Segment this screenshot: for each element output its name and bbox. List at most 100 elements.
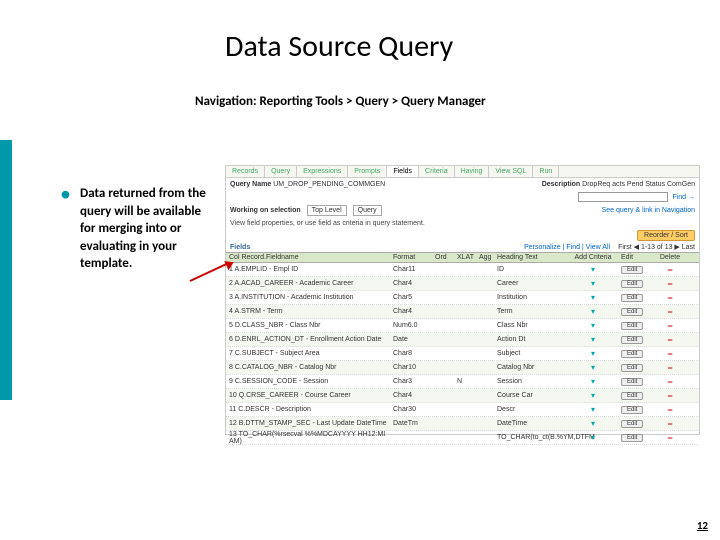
cell-format: Date <box>391 335 433 344</box>
tab-prompts[interactable]: Prompts <box>348 166 387 177</box>
criteria-icon[interactable]: ▾ <box>567 362 619 373</box>
page-title: Data Source Query <box>225 28 453 65</box>
criteria-icon[interactable]: ▾ <box>567 306 619 317</box>
reorder-button[interactable]: Reorder / Sort <box>637 230 695 241</box>
cell-fieldname: 12 B.DTTM_STAMP_SEC - Last Update DateTi… <box>226 419 391 428</box>
cell-fieldname: 1 A.EMPLID - Empl ID <box>226 265 391 274</box>
delete-button[interactable]: − <box>653 348 687 360</box>
tab-expressions[interactable]: Expressions <box>297 166 348 177</box>
edit-button[interactable]: Edit <box>619 335 653 344</box>
delete-button[interactable]: − <box>653 376 687 388</box>
delete-button[interactable]: − <box>653 404 687 416</box>
working-row: Working on selection Top Level Query See… <box>226 203 699 218</box>
cell-heading: Action Dt <box>495 335 567 344</box>
table-row: 7 C.SUBJECT - Subject AreaChar8Subject▾E… <box>226 347 699 361</box>
edit-button[interactable]: Edit <box>619 279 653 288</box>
find-row: Find → <box>226 191 699 203</box>
working-label: Working on selection <box>230 207 301 214</box>
criteria-icon[interactable]: ▾ <box>567 320 619 331</box>
col-format: Format <box>391 253 433 262</box>
criteria-icon[interactable]: ▾ <box>567 376 619 387</box>
cell-ord <box>433 339 455 341</box>
tab-viewsql[interactable]: View SQL <box>489 166 533 177</box>
delete-button[interactable]: − <box>653 362 687 374</box>
cell-fieldname: 10 Q.CRSE_CAREER - Course Career <box>226 391 391 400</box>
tab-criteria[interactable]: Criteria <box>419 166 455 177</box>
criteria-icon[interactable]: ▾ <box>567 264 619 275</box>
cell-fieldname: 4 A.STRM - Term <box>226 307 391 316</box>
cell-xlat <box>455 283 477 285</box>
cell-agg <box>477 395 495 397</box>
cell-xlat <box>455 311 477 313</box>
cell-xlat <box>455 297 477 299</box>
cell-heading: Class Nbr <box>495 321 567 330</box>
criteria-icon[interactable]: ▾ <box>567 334 619 345</box>
cell-format: Char11 <box>391 265 433 274</box>
cell-fieldname: 9 C.SESSION_CODE - Session <box>226 377 391 386</box>
cell-xlat <box>455 409 477 411</box>
cell-xlat: N <box>455 377 477 386</box>
edit-button[interactable]: Edit <box>619 363 653 372</box>
tab-records[interactable]: Records <box>226 166 265 177</box>
edit-button[interactable]: Edit <box>619 293 653 302</box>
cell-fieldname: 2 A.ACAD_CAREER - Academic Career <box>226 279 391 288</box>
query-manager-screenshot: Records Query Expressions Prompts Fields… <box>225 165 700 435</box>
delete-button[interactable]: − <box>653 292 687 304</box>
delete-button[interactable]: − <box>653 418 687 430</box>
edit-button[interactable]: Edit <box>619 265 653 274</box>
col-edit: Edit <box>619 253 653 262</box>
edit-button[interactable]: Edit <box>619 419 653 428</box>
criteria-icon[interactable]: ▾ <box>567 292 619 303</box>
delete-button[interactable]: − <box>653 306 687 318</box>
edit-button[interactable]: Edit <box>619 307 653 316</box>
cell-fieldname: 8 C.CATALOG_NBR - Catalog Nbr <box>226 363 391 372</box>
cell-format: Char3 <box>391 377 433 386</box>
delete-button[interactable]: − <box>653 264 687 276</box>
find-link[interactable]: See query & link in Navigation <box>602 207 695 214</box>
accent-bar <box>0 140 12 400</box>
tab-fields[interactable]: Fields <box>387 166 419 177</box>
body-text: Data returned from the query will be ava… <box>80 185 210 273</box>
cell-fieldname: 11 C.DESCR - Description <box>226 405 391 414</box>
personalize-row: Fields Personalize | Find | View All Fir… <box>226 242 699 252</box>
criteria-icon[interactable]: ▾ <box>567 432 619 443</box>
cell-agg <box>477 381 495 383</box>
bullet-icon: • <box>60 180 71 207</box>
tab-run[interactable]: Run <box>533 166 559 177</box>
delete-button[interactable]: − <box>653 320 687 332</box>
range-text: First ◀ 1-13 of 13 ▶ Last <box>618 243 695 251</box>
cell-xlat <box>455 367 477 369</box>
working-top[interactable]: Top Level <box>307 205 347 216</box>
cell-ord <box>433 367 455 369</box>
find-label[interactable]: Find → <box>672 194 695 201</box>
delete-button[interactable]: − <box>653 278 687 290</box>
cell-format: Char10 <box>391 363 433 372</box>
edit-button[interactable]: Edit <box>619 377 653 386</box>
cell-ord <box>433 409 455 411</box>
tab-having[interactable]: Having <box>455 166 490 177</box>
query-name-label: Query Name <box>230 181 271 188</box>
edit-button[interactable]: Edit <box>619 391 653 400</box>
personalize-link[interactable]: Personalize | Find | View All <box>524 244 610 251</box>
tab-query[interactable]: Query <box>265 166 297 177</box>
criteria-icon[interactable]: ▾ <box>567 278 619 289</box>
criteria-icon[interactable]: ▾ <box>567 404 619 415</box>
edit-button[interactable]: Edit <box>619 433 653 442</box>
delete-button[interactable]: − <box>653 390 687 402</box>
table-row: 13 TO_CHAR(%rsecval %%MDCAYYYY HH12:MI A… <box>226 431 699 445</box>
edit-button[interactable]: Edit <box>619 405 653 414</box>
table-row: 2 A.ACAD_CAREER - Academic CareerChar4Ca… <box>226 277 699 291</box>
cell-ord <box>433 437 455 439</box>
find-input[interactable] <box>578 192 668 202</box>
criteria-icon[interactable]: ▾ <box>567 390 619 401</box>
criteria-icon[interactable]: ▾ <box>567 348 619 359</box>
navigation-subtitle: Navigation: Reporting Tools > Query > Qu… <box>195 94 486 109</box>
edit-button[interactable]: Edit <box>619 349 653 358</box>
delete-button[interactable]: − <box>653 334 687 346</box>
cell-agg <box>477 423 495 425</box>
delete-button[interactable]: − <box>653 432 687 444</box>
criteria-icon[interactable]: ▾ <box>567 418 619 429</box>
instruction-text: View field properties, or use field as c… <box>226 218 699 229</box>
working-query[interactable]: Query <box>353 205 382 216</box>
edit-button[interactable]: Edit <box>619 321 653 330</box>
